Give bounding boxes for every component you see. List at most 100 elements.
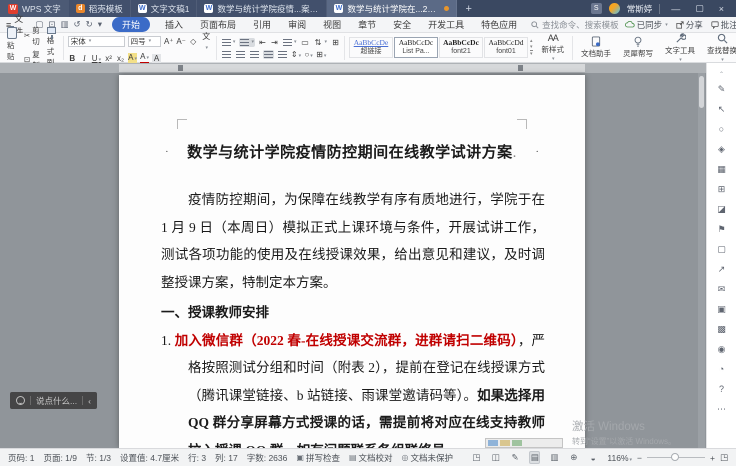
annotate-pen-icon[interactable]: ✎ xyxy=(707,79,736,99)
sidebar-collapse-icon[interactable]: ⌃ xyxy=(707,69,736,79)
command-search-input[interactable]: 查找命令、搜索模板 xyxy=(531,19,619,31)
bullet-list-button[interactable] xyxy=(221,38,237,47)
new-style-button[interactable]: AA 新样式 xyxy=(538,33,569,62)
more-icon[interactable]: ⋯ xyxy=(707,399,736,419)
web-view-button[interactable]: ⊕ xyxy=(569,451,579,464)
outline-view-button[interactable]: ▥ xyxy=(549,451,559,464)
fullscreen-view-button[interactable]: ◳ xyxy=(471,451,481,464)
page-view-button[interactable]: ▤ xyxy=(529,451,540,464)
italic-button[interactable]: I xyxy=(80,54,89,63)
widget-collapse-icon[interactable]: ‹ xyxy=(88,396,91,406)
paragraph-frame-button[interactable]: ▭ xyxy=(300,38,309,47)
shape-icon[interactable]: ◈ xyxy=(707,139,736,159)
gallery-more-icon[interactable]: ▾ xyxy=(530,50,533,57)
tab-section[interactable]: 章节 xyxy=(356,17,378,32)
char-shading-button[interactable]: A xyxy=(152,54,161,63)
chart-icon[interactable]: ◪ xyxy=(707,199,736,219)
scrollbar-thumb[interactable] xyxy=(699,76,704,108)
text-tools-button[interactable]: 文字工具 xyxy=(661,33,699,63)
text-direction-button[interactable] xyxy=(282,38,298,47)
cut-button[interactable]: ✂剪切 xyxy=(24,25,40,47)
tab-review[interactable]: 审阅 xyxy=(286,17,308,32)
cloud-sync-button[interactable]: 已同步 xyxy=(625,19,668,31)
font-size-select[interactable]: 四号 xyxy=(128,36,161,47)
superscript-button[interactable]: x² xyxy=(104,54,113,63)
style-font01[interactable]: AaBbCcDd font01 xyxy=(484,37,528,58)
align-left-button[interactable] xyxy=(221,50,232,59)
history-clock-icon[interactable]: ◔ xyxy=(707,359,736,379)
comment-button[interactable]: 批注 xyxy=(711,19,736,31)
document-page[interactable]: · 数学与统计学院疫情防控期间在线教学试讲方案 · 疫情防控期间，为保障在线教学… xyxy=(119,75,585,448)
fit-page-button[interactable]: ◳ xyxy=(720,452,728,463)
help-icon[interactable]: ? xyxy=(707,379,736,399)
tab-document-2[interactable]: W 数学与统计学院疫情...案20220106 xyxy=(197,0,327,17)
print-icon[interactable]: ▥ xyxy=(60,19,68,30)
tab-document-active[interactable]: W 数学与统计学院在...20220106 xyxy=(327,0,457,17)
border-grid-button[interactable]: ⊞ xyxy=(331,38,340,47)
doc-proof-button[interactable]: ▤文档校对 xyxy=(349,452,393,464)
comment-input[interactable]: 说点什么... xyxy=(36,395,77,407)
borders-button[interactable]: ⊞ xyxy=(316,50,326,59)
tab-dev-tools[interactable]: 开发工具 xyxy=(426,17,466,32)
split-view-button[interactable]: ◫ xyxy=(490,451,500,464)
tab-references[interactable]: 引用 xyxy=(251,17,273,32)
record-icon[interactable]: ◉ xyxy=(707,339,736,359)
share-export-icon[interactable]: ↗ xyxy=(707,259,736,279)
share-button[interactable]: 分享 xyxy=(676,19,703,31)
smart-write-button[interactable]: 灵犀帮写 xyxy=(619,36,657,59)
find-replace-button[interactable]: 查找替换 xyxy=(703,33,736,63)
align-center-button[interactable] xyxy=(235,50,246,59)
apps-grid-icon[interactable]: ⊞ xyxy=(707,179,736,199)
minimize-button[interactable]: — xyxy=(667,4,684,14)
message-center-icon[interactable]: S xyxy=(591,3,602,14)
cursor-select-icon[interactable]: ↖ xyxy=(707,99,736,119)
mail-icon[interactable]: ✉ xyxy=(707,279,736,299)
font-family-select[interactable]: 宋体 xyxy=(68,36,125,47)
new-tab-button[interactable]: + xyxy=(457,0,479,17)
image-icon[interactable]: ▩ xyxy=(707,319,736,339)
style-font21[interactable]: AaBbCcDc font21 xyxy=(439,37,483,58)
distribute-button[interactable] xyxy=(277,50,288,59)
embedded-image-partial[interactable] xyxy=(485,438,563,448)
justify-button[interactable] xyxy=(263,50,274,59)
status-word-count[interactable]: 字数: 2636 xyxy=(247,452,288,464)
tab-document-1[interactable]: W 文字文稿1 xyxy=(131,0,198,17)
subscript-button[interactable]: x₂ xyxy=(116,54,125,63)
increase-font-button[interactable]: A⁺ xyxy=(164,37,173,46)
maximize-button[interactable]: ▢ xyxy=(691,3,708,14)
pinyin-guide-button[interactable]: 文 xyxy=(201,31,212,51)
tab-view[interactable]: 视图 xyxy=(321,17,343,32)
shading-button[interactable]: ○ xyxy=(304,50,313,59)
lasso-icon[interactable]: ○ xyxy=(707,119,736,139)
right-indent-marker[interactable] xyxy=(518,65,523,71)
qa-customize-icon[interactable]: ▾ xyxy=(98,19,102,30)
tab-special-features[interactable]: 特色应用 xyxy=(479,17,519,32)
doc-protect-button[interactable]: ◎文档未保护 xyxy=(402,452,454,464)
tab-page-layout[interactable]: 页面布局 xyxy=(198,17,238,32)
style-list-paragraph[interactable]: AaBbCcDc List Pa... xyxy=(394,37,438,58)
flag-settings-icon[interactable]: ⚑ xyxy=(707,219,736,239)
layers-icon[interactable]: ▢ xyxy=(707,239,736,259)
zoom-slider[interactable] xyxy=(647,457,705,458)
close-button[interactable]: × xyxy=(715,4,728,14)
doc-assistant-button[interactable]: 文档助手 xyxy=(577,36,615,59)
format-painter-button[interactable]: 格式刷 xyxy=(44,27,59,68)
tab-security[interactable]: 安全 xyxy=(391,17,413,32)
redo-icon[interactable]: ↻ xyxy=(86,19,93,30)
style-hyperlink[interactable]: AaBbCcDe 超链接 xyxy=(349,37,393,58)
numbered-list-button[interactable] xyxy=(239,38,255,47)
clear-format-button[interactable]: ◇ xyxy=(189,37,198,46)
underline-button[interactable]: U xyxy=(92,54,101,63)
quick-comment-widget[interactable]: 说点什么... ‹ xyxy=(10,392,97,409)
bold-button[interactable]: B xyxy=(68,54,77,63)
tab-home[interactable]: 开始 xyxy=(112,17,150,32)
undo-icon[interactable]: ↺ xyxy=(73,19,80,30)
user-name[interactable]: 常斯婷 xyxy=(627,3,653,15)
increase-indent-button[interactable]: ⇥ xyxy=(270,38,279,47)
ink-view-button[interactable]: ✎ xyxy=(510,451,520,464)
tab-insert[interactable]: 插入 xyxy=(163,17,185,32)
zoom-out-button[interactable]: − xyxy=(637,453,642,463)
user-avatar[interactable] xyxy=(609,3,620,14)
kanban-icon[interactable]: ▣ xyxy=(707,299,736,319)
zoom-in-button[interactable]: + xyxy=(710,453,715,463)
